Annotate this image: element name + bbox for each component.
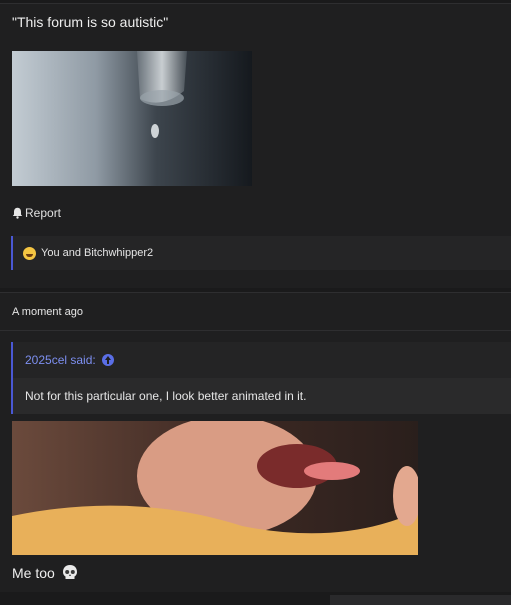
water-drop-image (12, 51, 252, 186)
bottom-bar (330, 595, 511, 605)
quote-header[interactable]: 2025cel said: (11, 342, 511, 378)
laughing-man-image (12, 421, 418, 555)
reply-text: Me too (12, 564, 79, 582)
bell-icon (12, 207, 23, 219)
reply-label: Me too (12, 565, 55, 581)
post-quote-text: "This forum is so autistic" (12, 14, 169, 30)
quote-body: Not for this particular one, I look bett… (11, 378, 511, 414)
post-gif-2[interactable] (12, 421, 418, 555)
post-gif-1[interactable] (12, 51, 252, 186)
post-timestamp[interactable]: A moment ago (12, 306, 83, 318)
report-label: Report (25, 206, 62, 220)
skull-emoji-icon (62, 565, 77, 579)
post-divider (0, 330, 511, 331)
reactions-bar[interactable]: You and Bitchwhipper2 (11, 236, 511, 270)
laughing-emoji-icon (23, 246, 36, 260)
arrow-up-circle-icon[interactable] (101, 354, 114, 366)
reactions-text[interactable]: You and Bitchwhipper2 (41, 247, 153, 259)
quote-author[interactable]: 2025cel said: (25, 353, 96, 367)
report-button[interactable]: Report (12, 206, 61, 220)
